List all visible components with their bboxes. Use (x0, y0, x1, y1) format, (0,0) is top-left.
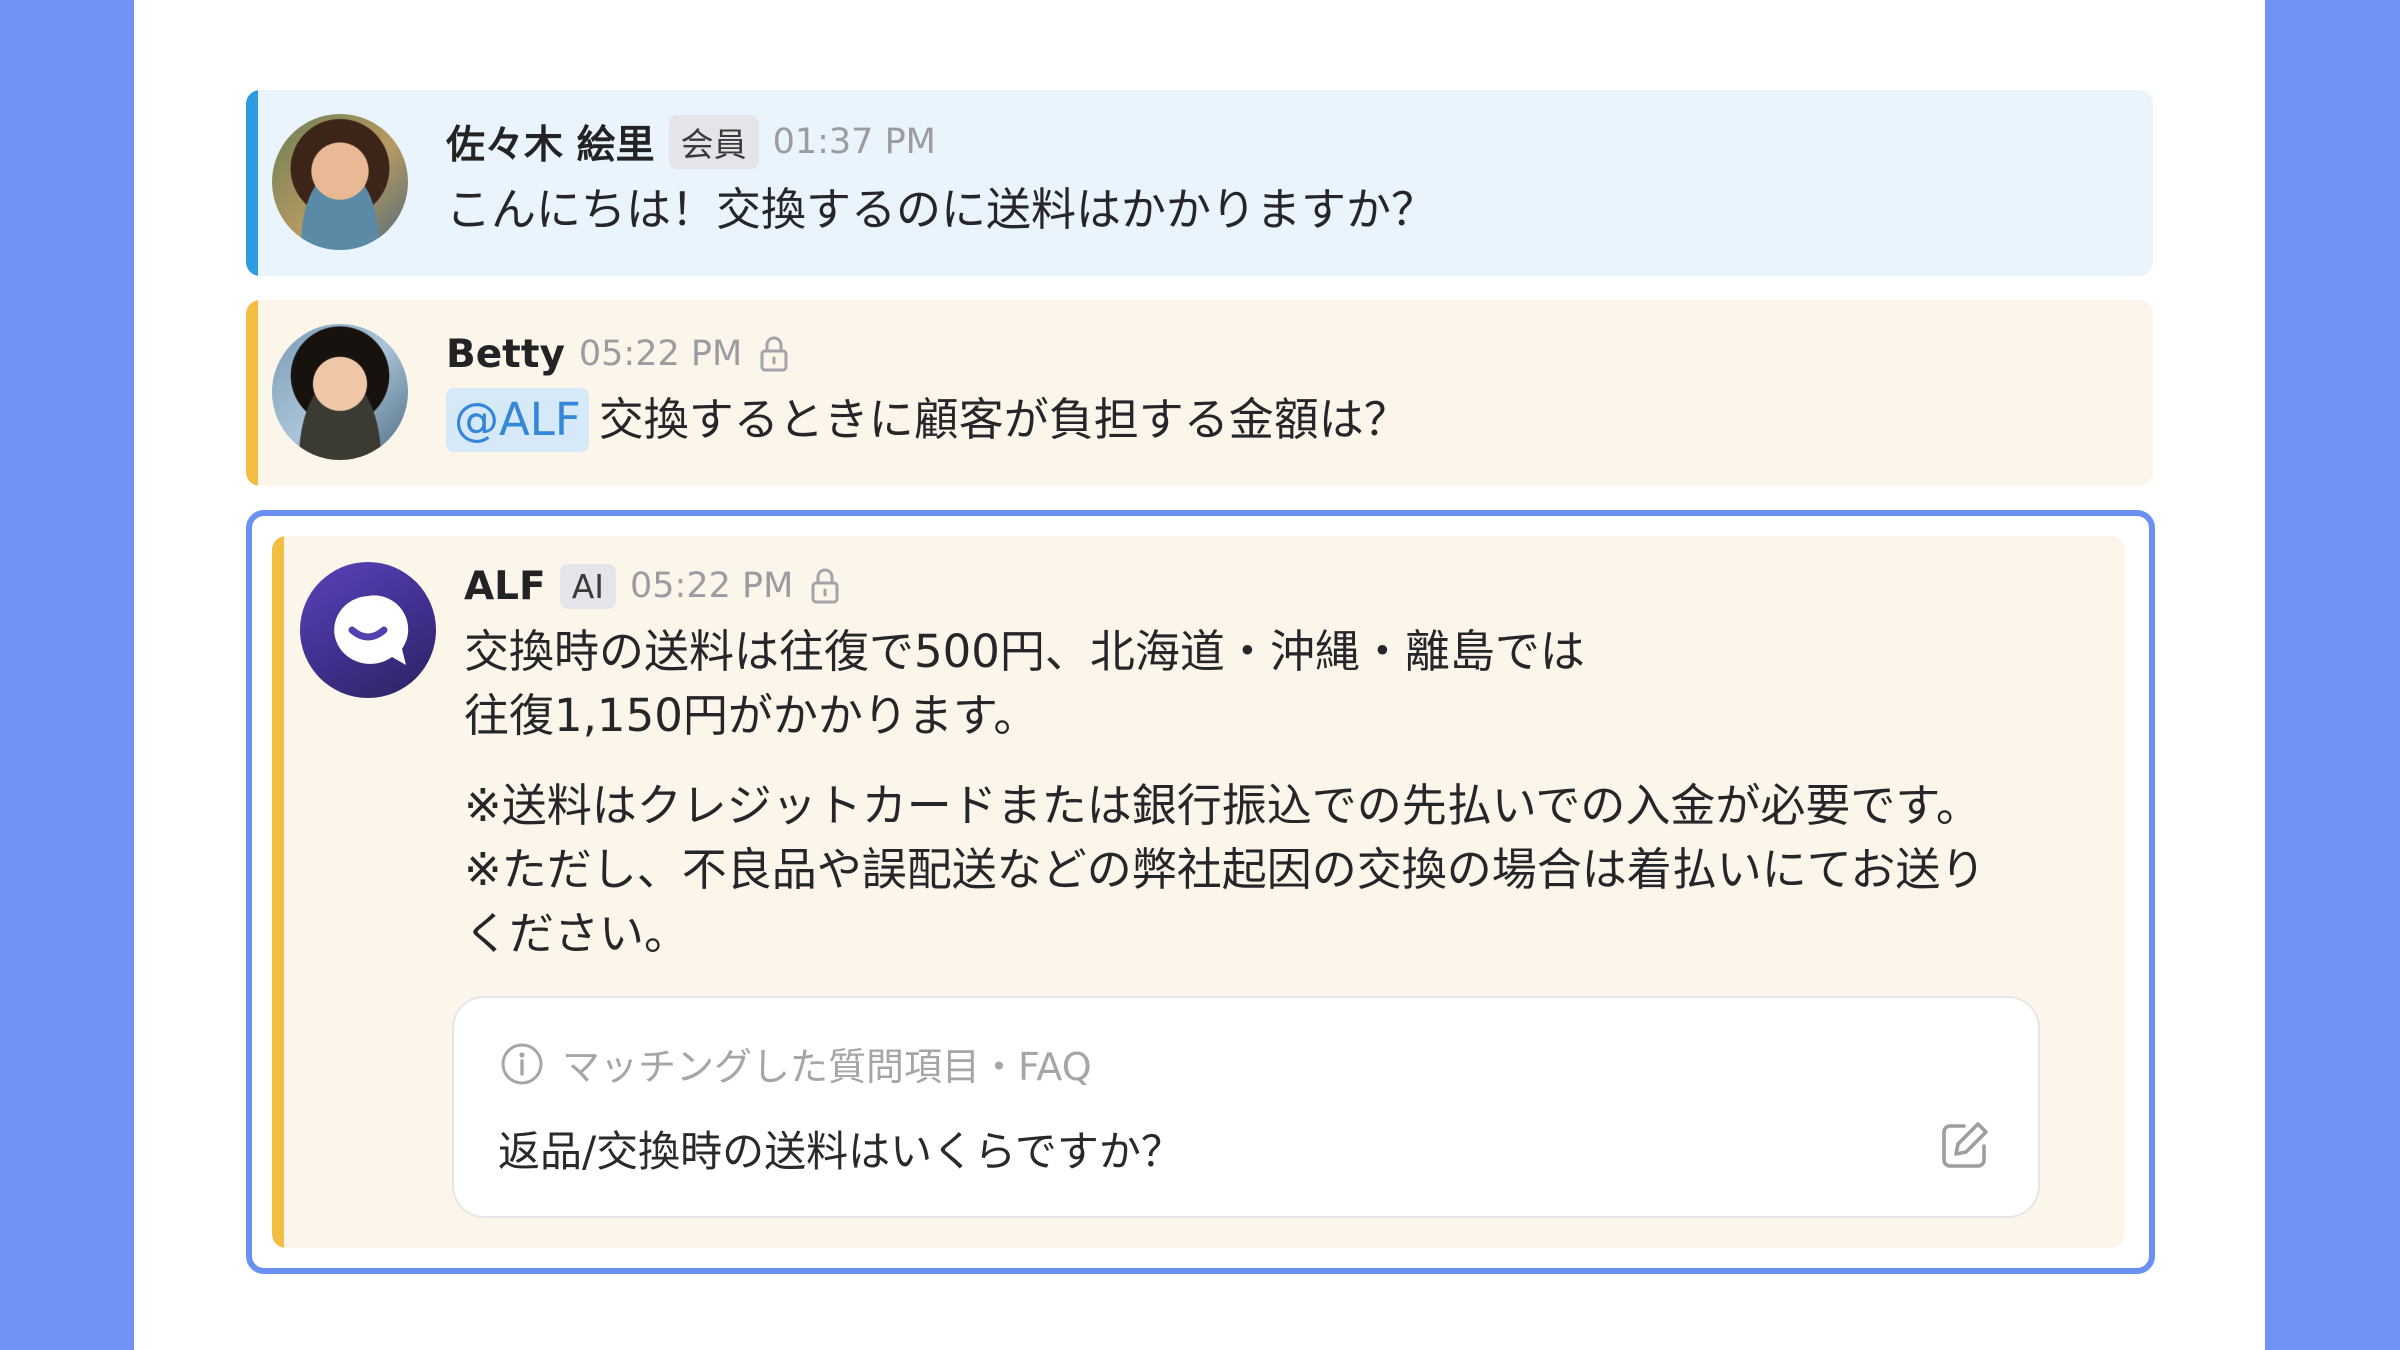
ai-reply-text: 交換時の送料は往復で500円、北海道・沖縄・離島では 往復1,150円がかかりま… (464, 620, 2105, 966)
ai-badge: AI (559, 563, 616, 609)
faq-question[interactable]: 返品/交換時の送料はいくらですか？ (498, 1118, 1183, 1179)
avatar[interactable] (272, 324, 408, 460)
note-line: ください。 (464, 907, 690, 960)
member-badge: 会員 (668, 115, 759, 169)
lock-icon (811, 568, 839, 604)
note-line: ※ただし、不良品や誤配送などの弊社起因の交換の場合は着払いにてお送り (464, 843, 1986, 896)
ai-reply-message: ALF AI 05:22 PM 交換時の送料は往復で500円、北海道・沖縄・離島… (272, 536, 2125, 1248)
alf-avatar[interactable] (300, 562, 436, 698)
message-text: @ALF 交換するときに顧客が負担する金額は？ (446, 388, 2123, 452)
internal-message: Betty 05:22 PM @ALF 交換するときに顧客が負担する金額は？ (246, 300, 2153, 486)
answer-paragraph: 交換時の送料は往復で500円、北海道・沖縄・離島では 往復1,150円がかかりま… (464, 620, 2105, 748)
customer-message: 佐々木 絵里 会員 01:37 PM こんにちは！交換するのに送料はかかりますか… (246, 90, 2153, 276)
avatar[interactable] (272, 114, 408, 250)
message-content: Betty 05:22 PM @ALF 交換するときに顧客が負担する金額は？ (446, 328, 2123, 452)
timestamp: 05:22 PM (578, 334, 743, 374)
info-icon (501, 1043, 543, 1084)
answer-line: 交換時の送料は往復で500円、北海道・沖縄・離島では (464, 625, 1585, 678)
note-line: ※送料はクレジットカードまたは銀行振込での先払いでの入金が必要です。 (464, 779, 1981, 832)
internal-message-bar (246, 300, 258, 486)
message-header: 佐々木 絵里 会員 01:37 PM (446, 114, 2123, 170)
faq-header: マッチングした質問項目・FAQ (500, 1036, 1092, 1091)
notes-paragraph: ※送料はクレジットカードまたは銀行振込での先払いでの入金が必要です。 ※ただし、… (464, 774, 2105, 966)
mention-tag[interactable]: @ALF (446, 388, 589, 452)
answer-line: 往復1,150円がかかります。 (464, 689, 1039, 742)
message-header: Betty 05:22 PM (446, 328, 2123, 380)
chat-panel: 佐々木 絵里 会員 01:37 PM こんにちは！交換するのに送料はかかりますか… (134, 0, 2265, 1350)
message-text: こんにちは！交換するのに送料はかかりますか？ (446, 183, 1437, 236)
lock-icon (760, 336, 788, 372)
ai-reply-card[interactable]: ALF AI 05:22 PM 交換時の送料は往復で500円、北海道・沖縄・離島… (246, 510, 2155, 1274)
message-body: 交換するときに顧客が負担する金額は？ (598, 393, 1409, 446)
author-name[interactable]: ALF (464, 564, 546, 609)
matched-faq-card[interactable]: マッチングした質問項目・FAQ 返品/交換時の送料はいくらですか？ (452, 996, 2040, 1218)
edit-icon[interactable] (1934, 1116, 1994, 1176)
ai-reply-bar (272, 536, 284, 1248)
ai-reply-content: ALF AI 05:22 PM 交換時の送料は往復で500円、北海道・沖縄・離島… (464, 560, 2105, 966)
author-name[interactable]: 佐々木 絵里 (446, 114, 655, 170)
alf-logo-icon (334, 595, 409, 665)
faq-label: マッチングした質問項目・FAQ (562, 1045, 1092, 1089)
timestamp: 01:37 PM (772, 122, 936, 162)
message-content: 佐々木 絵里 会員 01:37 PM こんにちは！交換するのに送料はかかりますか… (446, 114, 2123, 242)
message-header: ALF AI 05:22 PM (464, 560, 2105, 612)
customer-message-bar (246, 90, 258, 276)
timestamp: 05:22 PM (630, 566, 794, 606)
author-name[interactable]: Betty (446, 332, 565, 377)
